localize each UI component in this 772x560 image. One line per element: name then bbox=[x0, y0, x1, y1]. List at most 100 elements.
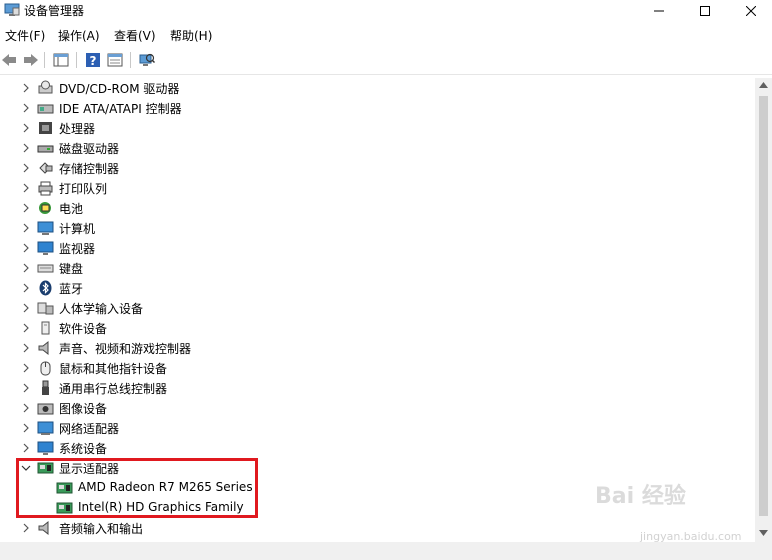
tree-node-label: 音频输入和输出 bbox=[59, 522, 144, 536]
tree-node[interactable]: DVD/CD-ROM 驱动器 bbox=[0, 78, 755, 98]
computer-icon bbox=[37, 221, 54, 235]
chevron-right-icon[interactable] bbox=[20, 422, 32, 434]
dvd-drive-icon bbox=[38, 80, 53, 94]
help-button[interactable]: ? bbox=[84, 51, 102, 69]
tree-node[interactable]: 电池 bbox=[0, 198, 755, 218]
monitor-icon bbox=[37, 241, 54, 255]
tree-node[interactable]: 磁盘驱动器 bbox=[0, 138, 755, 158]
tree-node-label: 磁盘驱动器 bbox=[59, 142, 120, 156]
chevron-right-icon[interactable] bbox=[20, 402, 32, 414]
maximize-button[interactable] bbox=[682, 0, 728, 22]
printer-icon bbox=[38, 181, 53, 196]
toolbar-separator bbox=[76, 52, 77, 68]
chevron-right-icon[interactable] bbox=[20, 442, 32, 454]
back-button[interactable] bbox=[0, 51, 18, 69]
properties-button[interactable] bbox=[106, 51, 124, 69]
tree-node-label: 计算机 bbox=[59, 222, 96, 236]
show-hide-console-tree-button[interactable] bbox=[52, 51, 70, 69]
scroll-down-icon[interactable] bbox=[759, 530, 768, 536]
processor-icon bbox=[39, 122, 52, 134]
chevron-right-icon[interactable] bbox=[20, 382, 32, 394]
tree-node-label: 处理器 bbox=[59, 122, 96, 136]
tree-node-label: 键盘 bbox=[59, 262, 84, 276]
tree-node-label: DVD/CD-ROM 驱动器 bbox=[59, 82, 180, 96]
watermark-url: jingyan.baidu.com bbox=[640, 530, 742, 543]
chevron-right-icon[interactable] bbox=[20, 162, 32, 174]
tree-node[interactable]: IDE ATA/ATAPI 控制器 bbox=[0, 98, 755, 118]
chevron-right-icon[interactable] bbox=[20, 322, 32, 334]
chevron-right-icon[interactable] bbox=[20, 182, 32, 194]
minimize-button[interactable] bbox=[636, 0, 682, 22]
chevron-right-icon[interactable] bbox=[20, 282, 32, 294]
network-adapter-icon bbox=[37, 421, 54, 435]
chevron-right-icon[interactable] bbox=[20, 222, 32, 234]
toolbar-separator bbox=[44, 52, 45, 68]
tree-node[interactable]: 计算机 bbox=[0, 218, 755, 238]
chevron-right-icon[interactable] bbox=[20, 242, 32, 254]
toolbar: ? bbox=[0, 46, 772, 75]
scan-hardware-button[interactable] bbox=[138, 51, 156, 69]
tree-node-label: 声音、视频和游戏控制器 bbox=[59, 342, 192, 356]
tree-node-label: 存储控制器 bbox=[59, 162, 120, 176]
display-adapter-icon bbox=[56, 502, 73, 514]
tree-node-label: 打印队列 bbox=[59, 182, 108, 196]
scan-hardware-icon bbox=[139, 53, 155, 66]
chevron-right-icon[interactable] bbox=[20, 342, 32, 354]
tree-node[interactable]: 通用串行总线控制器 bbox=[0, 378, 755, 398]
properties-icon bbox=[107, 53, 123, 67]
tree-node[interactable]: 系统设备 bbox=[0, 438, 755, 458]
tree-node-label: 鼠标和其他指针设备 bbox=[59, 362, 168, 376]
menu-help[interactable]: 帮助(H) bbox=[170, 27, 212, 44]
tree-node[interactable]: 人体学输入设备 bbox=[0, 298, 755, 318]
tree-node[interactable]: 存储控制器 bbox=[0, 158, 755, 178]
chevron-right-icon[interactable] bbox=[20, 262, 32, 274]
menu-bar: 文件(F) 操作(A) 查看(V) 帮助(H) bbox=[0, 24, 772, 46]
tree-child-label: Intel(R) HD Graphics Family bbox=[78, 500, 244, 514]
back-arrow-icon bbox=[2, 54, 16, 66]
scroll-up-icon[interactable] bbox=[759, 82, 768, 88]
svg-text:?: ? bbox=[90, 54, 97, 68]
maximize-icon bbox=[700, 6, 710, 16]
tree-node[interactable]: 打印队列 bbox=[0, 178, 755, 198]
tree-node-label: 电池 bbox=[59, 202, 84, 216]
tree-node[interactable]: 声音、视频和游戏控制器 bbox=[0, 338, 755, 358]
chevron-right-icon[interactable] bbox=[20, 302, 32, 314]
chevron-right-icon[interactable] bbox=[20, 362, 32, 374]
forward-button[interactable] bbox=[22, 51, 40, 69]
horizontal-scrollbar[interactable] bbox=[0, 542, 772, 560]
tree-node[interactable]: 软件设备 bbox=[0, 318, 755, 338]
chevron-down-icon[interactable] bbox=[20, 462, 32, 474]
close-button[interactable] bbox=[728, 0, 772, 22]
storage-controller-icon bbox=[39, 162, 53, 174]
toolbar-separator bbox=[130, 52, 131, 68]
chevron-right-icon[interactable] bbox=[20, 142, 32, 154]
forward-arrow-icon bbox=[24, 54, 38, 66]
tree-node[interactable]: 处理器 bbox=[0, 118, 755, 138]
software-device-icon bbox=[41, 321, 50, 335]
tree-node[interactable]: 显示适配器 bbox=[0, 458, 755, 478]
tree-node-label: IDE ATA/ATAPI 控制器 bbox=[59, 102, 182, 116]
scrollbar-thumb[interactable] bbox=[759, 96, 768, 516]
tree-node[interactable]: 监视器 bbox=[0, 238, 755, 258]
ide-controller-icon bbox=[37, 104, 54, 114]
tree-node[interactable]: 网络适配器 bbox=[0, 418, 755, 438]
display-adapter-icon bbox=[37, 462, 54, 474]
chevron-right-icon[interactable] bbox=[20, 202, 32, 214]
hid-icon bbox=[37, 302, 54, 315]
tree-node[interactable]: 蓝牙 bbox=[0, 278, 755, 298]
menu-action[interactable]: 操作(A) bbox=[58, 27, 100, 44]
tree-node[interactable]: 图像设备 bbox=[0, 398, 755, 418]
menu-view[interactable]: 查看(V) bbox=[114, 27, 156, 44]
menu-file[interactable]: 文件(F) bbox=[5, 27, 45, 44]
tree-node-label: 蓝牙 bbox=[59, 282, 84, 296]
chevron-right-icon[interactable] bbox=[20, 522, 32, 534]
chevron-right-icon[interactable] bbox=[20, 102, 32, 114]
tree-node[interactable]: 键盘 bbox=[0, 258, 755, 278]
usb-icon bbox=[42, 380, 49, 395]
tree-node[interactable]: 鼠标和其他指针设备 bbox=[0, 358, 755, 378]
vertical-scrollbar[interactable] bbox=[755, 78, 772, 542]
minimize-icon bbox=[654, 10, 664, 12]
chevron-right-icon[interactable] bbox=[20, 82, 32, 94]
chevron-right-icon[interactable] bbox=[20, 122, 32, 134]
tree-node-label: 人体学输入设备 bbox=[59, 302, 144, 316]
